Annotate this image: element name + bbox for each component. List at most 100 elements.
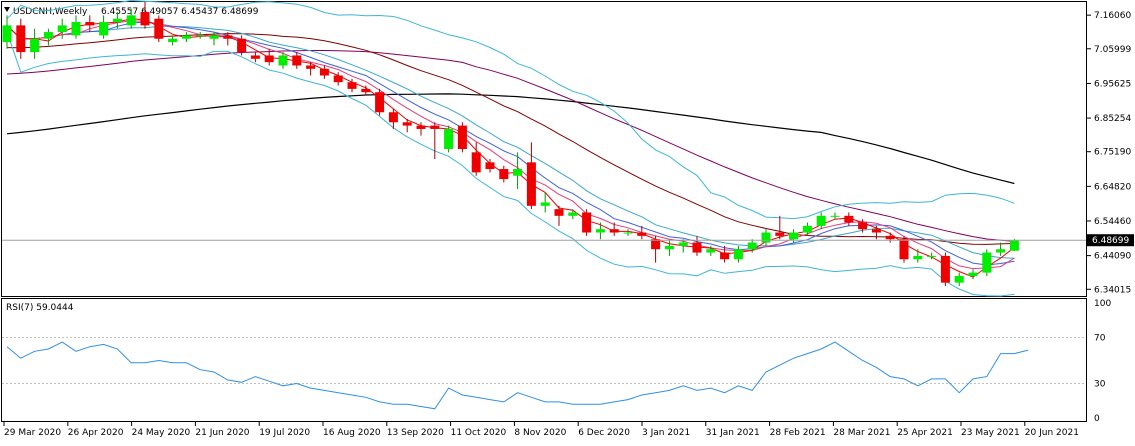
rsi-panel-frame <box>1 298 1087 422</box>
bull-candle <box>982 252 992 273</box>
bull-candle <box>816 215 826 226</box>
bear-candle <box>388 112 398 123</box>
bull-candle <box>568 212 578 216</box>
bull-candle <box>733 249 743 260</box>
price-tick-label: 6.44090 <box>1094 252 1131 262</box>
bear-candle <box>844 215 854 223</box>
current-price-label: 6.48699 <box>1092 236 1129 246</box>
bull-candle <box>913 255 923 260</box>
time-tick-label: 21 Jun 2020 <box>195 428 249 438</box>
ma-black-line <box>6 93 1015 185</box>
bull-candle <box>168 38 178 43</box>
time-tick-label: 13 Sep 2020 <box>387 428 444 438</box>
rsi-area: 100 70 30 0 <box>2 299 1111 424</box>
bear-candle <box>264 55 274 63</box>
bear-candle <box>292 55 302 66</box>
bull-candle <box>278 55 288 66</box>
bull-candle <box>30 38 40 53</box>
bull-candle <box>830 215 840 217</box>
bull-candle <box>968 272 978 276</box>
chart-ohlc: 6.45557 6.49057 6.45437 6.48699 <box>101 7 259 17</box>
bear-candle <box>85 22 95 26</box>
bear-candle <box>375 92 385 113</box>
time-tick-label: 20 Jun 2021 <box>1025 428 1079 438</box>
bull-candle <box>789 232 799 240</box>
bear-candle <box>692 242 702 253</box>
time-tick-label: 6 Dec 2020 <box>578 428 630 438</box>
bull-candle <box>540 202 550 206</box>
ma-red-line <box>6 18 1015 278</box>
ma-purple-line <box>6 50 1015 242</box>
time-tick-label: 8 Nov 2020 <box>514 428 566 438</box>
price-tick-label: 6.75190 <box>1094 148 1131 158</box>
indicator-lines <box>6 0 1015 297</box>
bull-candle <box>444 128 454 149</box>
bear-candle <box>347 82 357 89</box>
time-tick-label: 25 Apr 2021 <box>897 428 953 438</box>
bull-candle <box>513 169 523 176</box>
bull-candle <box>927 255 937 257</box>
time-tick-label: 31 Jan 2021 <box>706 428 760 438</box>
bear-candle <box>416 125 426 129</box>
bull-candle <box>112 18 122 23</box>
bull-candle <box>2 25 12 43</box>
bull-candle <box>706 249 716 253</box>
bull-candle <box>678 242 688 246</box>
price-tick-label: 7.05999 <box>1094 45 1131 55</box>
bull-candle <box>802 225 812 233</box>
rsi-tick-label: 0 <box>1094 414 1100 424</box>
time-tick-label: 28 Mar 2021 <box>833 428 890 438</box>
bear-candle <box>940 255 950 283</box>
price-tick-label: 7.16060 <box>1094 11 1131 21</box>
bull-candle <box>1009 240 1019 251</box>
bear-candle <box>609 229 619 233</box>
price-panel-frame <box>1 1 1087 297</box>
chart-svg: USDCNH,Weekly 6.45557 6.49057 6.45437 6.… <box>1 0 1134 438</box>
bear-candle <box>858 222 868 230</box>
bear-candle <box>885 235 895 240</box>
time-tick-label: 28 Feb 2021 <box>770 428 826 438</box>
bear-candle <box>637 232 647 236</box>
bear-candle <box>402 122 412 126</box>
bear-candle <box>499 169 509 180</box>
bull-candle <box>71 22 81 36</box>
time-axis: 29 Mar 2020 26 Apr 2020 24 May 2020 21 Jun … <box>3 421 1079 438</box>
rsi-line <box>6 341 1029 410</box>
chart-symbol: USDCNH,Weekly <box>13 7 88 17</box>
bear-candle <box>140 12 150 26</box>
bear-candle <box>582 212 592 233</box>
rsi-tick-label: 30 <box>1094 379 1106 389</box>
bear-candle <box>319 68 329 76</box>
bear-candle <box>720 252 730 260</box>
time-tick-label: 3 Jan 2021 <box>642 428 690 438</box>
bull-candle <box>954 275 964 283</box>
bear-candle <box>306 65 316 69</box>
bull-candle <box>57 25 67 33</box>
time-tick-label: 26 Apr 2020 <box>68 428 124 438</box>
time-tick-label: 23 May 2021 <box>961 428 1020 438</box>
price-tick-label: 6.64820 <box>1094 182 1131 192</box>
bull-candle <box>181 35 191 39</box>
bear-candle <box>554 209 564 216</box>
bull-candle <box>664 245 674 250</box>
bull-candle <box>43 32 53 39</box>
time-tick-label: 19 Jul 2020 <box>259 428 310 438</box>
bull-candle <box>761 232 771 243</box>
bear-candle <box>16 25 26 53</box>
bull-candle <box>99 22 109 36</box>
price-tick-label: 6.95625 <box>1094 79 1131 89</box>
price-tick-label: 6.54460 <box>1094 217 1131 227</box>
bull-candle <box>747 242 757 250</box>
ma-maroon-line <box>6 33 1015 245</box>
price-axis: 7.16060 7.05999 6.95625 6.85254 6.75190 6.648… <box>1086 11 1131 295</box>
bear-candle <box>361 88 371 93</box>
bull-candle <box>195 35 205 37</box>
triangle-down-icon[interactable] <box>4 7 10 12</box>
rsi-tick-label: 70 <box>1094 333 1106 343</box>
bear-candle <box>333 75 343 83</box>
price-tick-label: 6.85254 <box>1094 114 1131 124</box>
time-tick-label: 11 Oct 2020 <box>451 428 507 438</box>
bear-candle <box>154 18 164 39</box>
time-tick-label: 16 Aug 2020 <box>323 428 381 438</box>
bear-candle <box>526 162 536 206</box>
